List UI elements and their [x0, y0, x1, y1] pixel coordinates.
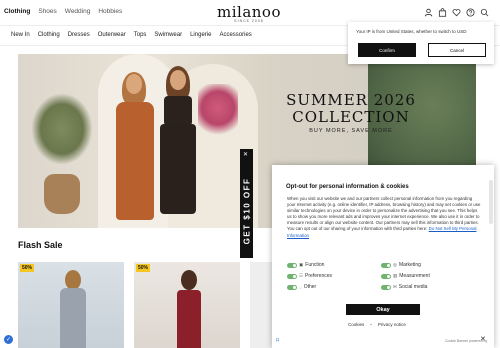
other-icon: ◌	[299, 284, 302, 290]
consent-logo-icon: ⌑	[276, 338, 280, 344]
toggle-switch[interactable]	[381, 273, 391, 279]
model-orange-dress	[114, 72, 154, 228]
category-clothing[interactable]: Clothing	[4, 8, 30, 15]
consent-links: Cookies • Privacy notice	[348, 322, 406, 327]
marketing-icon: ◎	[393, 262, 397, 267]
product-card[interactable]: 50%	[134, 262, 240, 348]
toggle-switch[interactable]	[287, 262, 297, 268]
nav-new-in[interactable]: New In	[11, 32, 30, 38]
preferences-icon: ☷	[299, 273, 304, 278]
nav-dresses[interactable]: Dresses	[68, 32, 90, 38]
currency-switch-popup: Your IP is from United States, whether t…	[348, 22, 494, 64]
toggle-switch[interactable]	[381, 284, 391, 290]
product-card[interactable]: 50%	[18, 262, 124, 348]
okay-button[interactable]: Okay	[346, 304, 420, 315]
nav-clothing[interactable]: Clothing	[38, 32, 60, 38]
olive-tree-graphic	[32, 94, 92, 164]
function-icon: ▣	[299, 262, 304, 267]
privacy-shield-icon[interactable]: ✓	[4, 335, 13, 344]
planter-pot-graphic	[44, 174, 80, 214]
consent-title: Opt-out for personal information & cooki…	[286, 184, 409, 190]
heart-icon[interactable]	[452, 8, 461, 17]
toggle-other[interactable]: ◌ Other	[287, 284, 316, 290]
nav-accessories[interactable]: Accessories	[219, 32, 251, 38]
consent-body: When you visit our website we and our pa…	[287, 196, 481, 239]
site-logo[interactable]: milanoo SINCE 2008	[212, 3, 286, 23]
cookie-consent-dialog: ✕	[272, 165, 494, 348]
toggle-switch[interactable]	[287, 284, 297, 290]
toggle-function[interactable]: ▣ Function	[287, 262, 324, 268]
flowers-graphic	[198, 84, 238, 144]
toggle-marketing[interactable]: ◎ Marketing	[381, 262, 421, 268]
measurement-icon: ▥	[393, 273, 398, 278]
cancel-button[interactable]: Cancel	[428, 43, 486, 57]
toggle-preferences[interactable]: ☷ Preferences	[287, 273, 332, 279]
bag-icon[interactable]	[438, 8, 447, 17]
promo-close-icon[interactable]: ✕	[243, 151, 248, 158]
powered-by-text: Cookie Banner powered by	[445, 339, 488, 343]
model-black-dress	[158, 66, 198, 226]
currency-switch-text: Your IP is from United States, whether t…	[356, 29, 467, 34]
cookies-link[interactable]: Cookies	[348, 322, 364, 327]
toggle-measurement[interactable]: ▥ Measurement	[381, 273, 430, 279]
consent-scrollbar[interactable]	[489, 180, 493, 224]
toggle-switch[interactable]	[381, 262, 391, 268]
user-icon[interactable]	[424, 8, 433, 17]
nav-lingerie[interactable]: Lingerie	[190, 32, 211, 38]
promo-label: GET $10 OFF	[242, 177, 251, 245]
category-wedding[interactable]: Wedding	[65, 8, 91, 15]
help-icon[interactable]	[466, 8, 475, 17]
category-nav: Clothing Shoes Wedding Hobbies	[4, 8, 122, 15]
discount-badge: 50%	[20, 264, 35, 272]
link-separator: •	[370, 322, 372, 327]
nav-swimwear[interactable]: Swimwear	[154, 32, 182, 38]
hero-title-line1: SUMMER 2026	[286, 91, 416, 109]
privacy-notice-link[interactable]: Privacy notice	[378, 322, 406, 327]
search-icon[interactable]	[480, 8, 489, 17]
discount-badge: 50%	[136, 264, 151, 272]
category-shoes[interactable]: Shoes	[38, 8, 56, 15]
confirm-button[interactable]: Confirm	[358, 43, 416, 57]
category-hobbies[interactable]: Hobbies	[98, 8, 122, 15]
hero-title-line2: COLLECTION	[292, 108, 410, 126]
hero-copy: SUMMER 2026 COLLECTION BUY MORE, SAVE MO…	[256, 91, 446, 135]
nav-outerwear[interactable]: Outerwear	[98, 32, 126, 38]
header-icons	[424, 8, 489, 17]
get-10-off-tab[interactable]: ✕ GET $10 OFF	[240, 149, 253, 258]
toggle-switch[interactable]	[287, 273, 297, 279]
flash-sale-title: Flash Sale	[18, 240, 63, 250]
product-image	[174, 270, 204, 348]
toggle-social-media[interactable]: ✉ Social media	[381, 284, 427, 290]
hero-subtitle[interactable]: BUY MORE, SAVE MORE	[256, 128, 446, 134]
nav-tops[interactable]: Tops	[134, 32, 147, 38]
product-image	[58, 270, 88, 348]
social-media-icon: ✉	[393, 284, 397, 289]
